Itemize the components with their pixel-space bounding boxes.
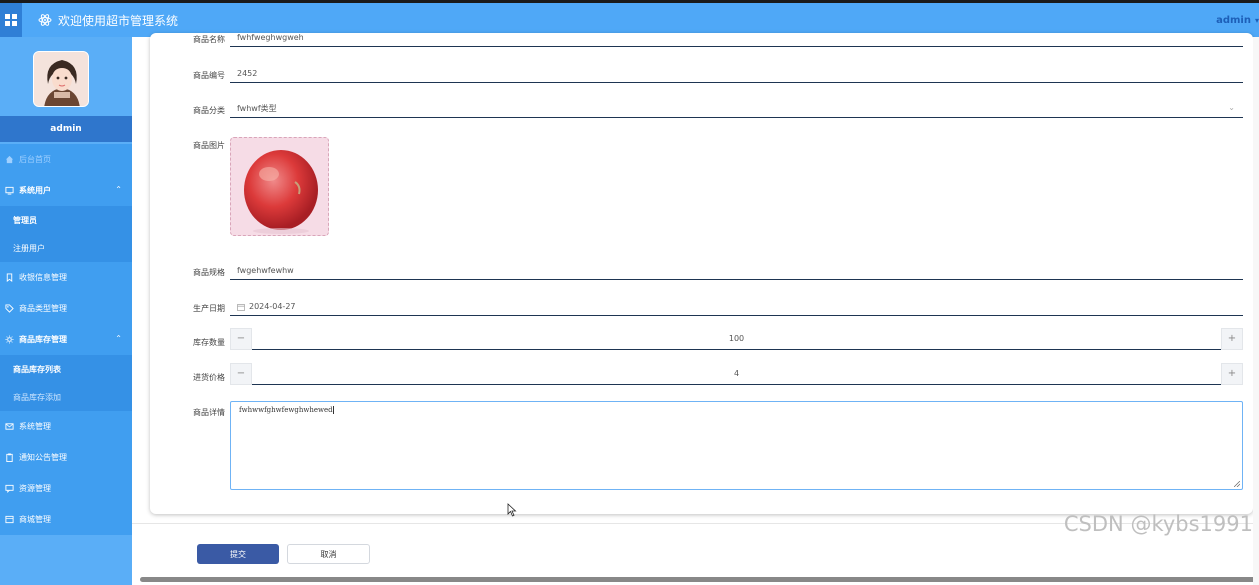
watermark: CSDN @kybs1991	[1063, 512, 1253, 536]
code-input[interactable]: 2452	[230, 65, 1243, 83]
tag-icon	[4, 304, 14, 314]
price-decrement-button[interactable]: −	[230, 362, 252, 385]
sun-icon	[4, 335, 14, 345]
form-row-spec: 商品规格 fwgehwfewhw	[150, 266, 1253, 286]
code-label: 商品编号	[193, 71, 225, 80]
sidebar-item-home[interactable]: 后台首页	[0, 144, 132, 175]
stock-decrement-button[interactable]: −	[230, 327, 252, 350]
app-title: 欢迎使用超市管理系统	[58, 13, 179, 28]
category-value: fwhwf类型	[237, 104, 277, 113]
detail-label: 商品详情	[193, 408, 225, 417]
sidebar-item-notices[interactable]: 通知公告管理	[0, 442, 132, 473]
sidebar-item-cashier[interactable]: 收银信息管理	[0, 262, 132, 293]
header-username: admin	[1216, 14, 1251, 26]
spec-input[interactable]: fwgehwfewhw	[230, 262, 1243, 280]
date-value: 2024-04-27	[249, 302, 296, 311]
mail-icon	[4, 422, 14, 432]
text-caret	[332, 406, 334, 414]
sidebar-subitem-inventory-list[interactable]: 商品库存列表	[0, 355, 132, 383]
chat-icon	[4, 484, 14, 494]
price-stepper[interactable]: − 4 +	[230, 362, 1243, 385]
logo-icon	[38, 14, 52, 26]
sidebar-username: admin	[0, 116, 132, 142]
category-label: 商品分类	[193, 106, 225, 115]
sidebar-item-system-management[interactable]: 系统管理	[0, 411, 132, 442]
price-increment-button[interactable]: +	[1221, 362, 1243, 385]
sidebar-item-label: 商品类型管理	[19, 304, 67, 313]
category-select[interactable]: fwhwf类型 ⌄	[230, 100, 1243, 118]
chevron-down-icon: ▾	[1254, 15, 1259, 25]
sidebar-item-mall[interactable]: 商城管理	[0, 504, 132, 535]
image-label: 商品图片	[193, 141, 225, 150]
form-row-stock: 库存数量 − 100 +	[150, 327, 1253, 361]
stock-stepper[interactable]: − 100 +	[230, 327, 1243, 350]
submit-button[interactable]: 提交	[197, 544, 279, 564]
spec-label: 商品规格	[193, 268, 225, 277]
chevron-up-icon: ⌃	[115, 334, 122, 343]
sidebar-item-label: 资源管理	[19, 484, 51, 493]
sidebar-menu: 后台首页 系统用户 ⌃ 管理员 注册用户 收银信息管理 商品类型管理 商品库存管…	[0, 144, 132, 535]
home-icon	[4, 155, 14, 165]
brand: 欢迎使用超市管理系统	[38, 3, 178, 37]
sidebar-item-label: 收银信息管理	[19, 273, 67, 282]
vertical-scrollbar[interactable]	[1253, 37, 1259, 585]
form-row-name: 商品名称 fwhfweghwgweh	[150, 33, 1253, 53]
clipboard-icon	[4, 453, 14, 463]
avatar-image	[34, 52, 88, 106]
stock-increment-button[interactable]: +	[1221, 327, 1243, 350]
sidebar-item-inventory[interactable]: 商品库存管理 ⌃	[0, 324, 132, 355]
monitor-icon	[4, 186, 14, 196]
sidebar-item-resources[interactable]: 资源管理	[0, 473, 132, 504]
product-image-upload[interactable]	[230, 137, 329, 236]
sidebar-subitem-registered-users[interactable]: 注册用户	[0, 234, 132, 262]
apple-image	[244, 150, 318, 234]
detail-text: fwhwwfghwfewghwhewed	[239, 406, 333, 414]
sidebar-item-product-types[interactable]: 商品类型管理	[0, 293, 132, 324]
sidebar-subitem-inventory-add[interactable]: 商品库存添加	[0, 383, 132, 411]
chevron-down-icon: ⌄	[1228, 103, 1235, 112]
detail-textarea[interactable]: fwhwwfghwfewghwhewed	[230, 401, 1243, 490]
sidebar-item-system-users[interactable]: 系统用户 ⌃	[0, 175, 132, 206]
form-row-price: 进货价格 − 4 +	[150, 362, 1253, 396]
main-content: 商品名称 fwhfweghwgweh 商品编号 2452 商品分类 fwhwf类…	[132, 33, 1259, 585]
sidebar: admin 后台首页 系统用户 ⌃ 管理员 注册用户 收银信息管理 商品类型管理…	[0, 37, 132, 585]
cancel-button[interactable]: 取消	[287, 544, 370, 564]
stock-label: 库存数量	[193, 338, 225, 347]
sidebar-item-label: 系统管理	[19, 422, 51, 431]
calendar-icon	[237, 303, 245, 311]
product-form-card: 商品名称 fwhfweghwgweh 商品编号 2452 商品分类 fwhwf类…	[150, 33, 1253, 514]
form-row-date: 生产日期 2024-04-27	[150, 302, 1253, 322]
sidebar-item-label: 商品库存管理	[19, 335, 67, 344]
date-picker[interactable]: 2024-04-27	[230, 298, 1243, 316]
name-input[interactable]: fwhfweghwgweh	[230, 29, 1243, 47]
price-value[interactable]: 4	[252, 369, 1221, 378]
form-row-category: 商品分类 fwhwf类型 ⌄	[150, 103, 1253, 124]
horizontal-scrollbar[interactable]	[140, 577, 1257, 582]
grid-icon	[5, 14, 17, 26]
sidebar-item-label: 后台首页	[19, 155, 51, 164]
stock-value[interactable]: 100	[252, 334, 1221, 343]
sidebar-item-label: 通知公告管理	[19, 453, 67, 462]
date-label: 生产日期	[193, 304, 225, 313]
resize-handle-icon[interactable]	[1234, 481, 1240, 487]
bookmark-icon	[4, 273, 14, 283]
sidebar-item-label: 系统用户	[19, 186, 51, 195]
name-label: 商品名称	[193, 35, 225, 44]
form-row-code: 商品编号 2452	[150, 69, 1253, 89]
sidebar-subitem-admin[interactable]: 管理员	[0, 206, 132, 234]
chevron-up-icon: ⌃	[115, 185, 122, 194]
avatar	[33, 51, 89, 107]
mouse-cursor-icon	[507, 503, 517, 517]
price-label: 进货价格	[193, 373, 225, 382]
inbox-icon	[4, 515, 14, 525]
sidebar-item-label: 商城管理	[19, 515, 51, 524]
menu-grid-button[interactable]	[0, 3, 22, 37]
